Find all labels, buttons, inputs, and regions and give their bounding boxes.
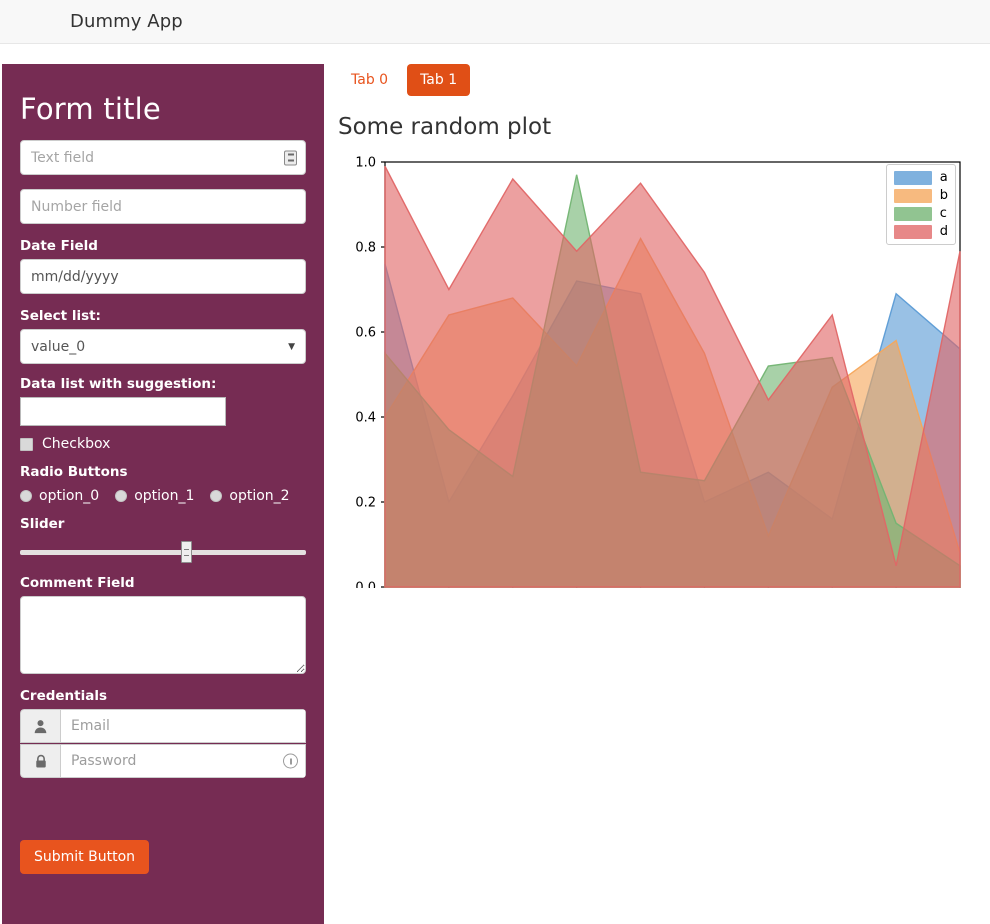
legend-item-a: a xyxy=(893,170,948,185)
email-field[interactable] xyxy=(60,709,306,743)
tab-0[interactable]: Tab 0 xyxy=(338,64,401,96)
checkbox-row[interactable]: Checkbox xyxy=(20,436,306,452)
area-chart-svg: 0.00.20.40.60.81.0 0123456789 xyxy=(355,156,961,588)
plot-title: Some random plot xyxy=(338,114,552,140)
radio-option-1[interactable]: option_1 xyxy=(115,488,194,504)
slider-track[interactable] xyxy=(20,550,306,555)
form-title: Form title xyxy=(20,92,161,126)
number-field-input[interactable] xyxy=(20,189,306,224)
slider-label: Slider xyxy=(20,516,65,532)
svg-text:0.4: 0.4 xyxy=(355,411,376,426)
app-brand[interactable]: Dummy App xyxy=(70,11,183,32)
select-list-label: Select list: xyxy=(20,308,101,324)
radio-group: option_0 option_1 option_2 xyxy=(20,488,306,504)
credentials-label: Credentials xyxy=(20,688,108,704)
legend-label-b: b xyxy=(939,188,948,203)
radio-dot-icon[interactable] xyxy=(115,490,128,502)
select-list-dropdown[interactable]: value_0 xyxy=(20,329,306,364)
form-panel: Form title Date Field Select list: value… xyxy=(2,64,324,924)
comment-field-input[interactable] xyxy=(20,596,306,674)
legend-item-c: c xyxy=(893,206,948,221)
legend-swatch-b xyxy=(893,188,932,203)
radio-label-0: option_0 xyxy=(39,488,100,504)
radio-dot-icon[interactable] xyxy=(210,490,223,502)
legend-item-b: b xyxy=(893,188,948,203)
checkbox-input[interactable] xyxy=(20,437,33,451)
user-icon xyxy=(20,709,60,743)
legend-label-a: a xyxy=(939,170,948,185)
select-list-wrap: value_0 ▼ xyxy=(20,329,306,364)
plot-figure: 0.00.20.40.60.81.0 0123456789 a b c xyxy=(338,156,963,588)
svg-text:0.6: 0.6 xyxy=(355,326,376,341)
svg-text:0.2: 0.2 xyxy=(355,496,376,511)
y-axis-ticks: 0.0 0.2 0.4 0.6 0.8 1.0 xyxy=(355,156,385,588)
submit-button[interactable]: Submit Button xyxy=(20,840,150,874)
chart-legend: a b c d xyxy=(885,164,956,245)
radio-label-1: option_1 xyxy=(134,488,195,504)
radio-group-label: Radio Buttons xyxy=(20,464,128,480)
page-body: Form title Date Field Select list: value… xyxy=(0,44,990,924)
legend-item-d: d xyxy=(893,224,948,239)
datalist-label: Data list with suggestion: xyxy=(20,376,217,392)
date-field-wrap xyxy=(20,259,306,294)
checkbox-label: Checkbox xyxy=(42,436,111,452)
radio-option-2[interactable]: option_2 xyxy=(210,488,290,504)
datalist-input[interactable] xyxy=(20,397,226,426)
legend-swatch-a xyxy=(893,170,932,185)
legend-swatch-d xyxy=(893,224,932,239)
password-wrap xyxy=(60,744,306,778)
credentials-group xyxy=(20,709,306,778)
radio-option-0[interactable]: option_0 xyxy=(20,488,99,504)
date-field-label: Date Field xyxy=(20,238,98,254)
radio-dot-icon[interactable] xyxy=(20,490,32,502)
radio-label-2: option_2 xyxy=(229,488,290,504)
legend-label-c: c xyxy=(939,206,947,221)
text-field-input[interactable] xyxy=(20,140,306,175)
svg-text:0.0: 0.0 xyxy=(355,581,376,589)
comment-field-label: Comment Field xyxy=(20,575,135,591)
tab-bar: Tab 0 Tab 1 xyxy=(338,64,970,96)
number-field-wrap xyxy=(20,189,306,224)
slider[interactable] xyxy=(20,537,306,563)
svg-text:0.8: 0.8 xyxy=(355,241,376,256)
date-field-input[interactable] xyxy=(20,259,306,294)
email-row xyxy=(20,709,306,743)
password-row xyxy=(20,744,306,778)
svg-text:1.0: 1.0 xyxy=(355,156,376,171)
slider-thumb[interactable] xyxy=(180,541,192,563)
legend-swatch-c xyxy=(893,206,932,221)
tab-1[interactable]: Tab 1 xyxy=(407,64,471,96)
main-content: Tab 0 Tab 1 Some random plot 0.0 0.2 0.4 0.… xyxy=(324,44,990,588)
legend-label-d: d xyxy=(939,224,948,239)
top-navbar: Dummy App xyxy=(0,0,990,44)
text-field-wrap xyxy=(20,140,306,175)
contact-card-icon[interactable] xyxy=(284,150,297,165)
eye-reveal-icon[interactable] xyxy=(283,753,298,769)
password-field[interactable] xyxy=(60,744,306,778)
lock-icon xyxy=(20,744,60,778)
